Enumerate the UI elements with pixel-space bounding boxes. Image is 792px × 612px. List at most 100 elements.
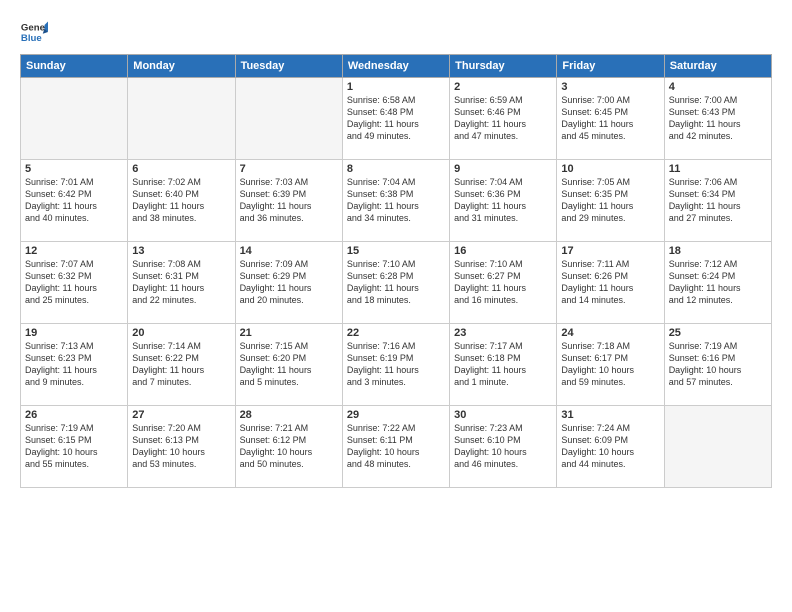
week-row-5: 26Sunrise: 7:19 AM Sunset: 6:15 PM Dayli…	[21, 406, 772, 488]
day-number: 19	[25, 327, 123, 339]
day-cell-19: 19Sunrise: 7:13 AM Sunset: 6:23 PM Dayli…	[21, 324, 128, 406]
cell-details: Sunrise: 7:21 AM Sunset: 6:12 PM Dayligh…	[240, 422, 338, 471]
day-cell-31: 31Sunrise: 7:24 AM Sunset: 6:09 PM Dayli…	[557, 406, 664, 488]
header: General Blue	[20, 18, 772, 46]
cell-details: Sunrise: 7:07 AM Sunset: 6:32 PM Dayligh…	[25, 258, 123, 307]
day-number: 5	[25, 163, 123, 175]
day-number: 26	[25, 409, 123, 421]
cell-details: Sunrise: 6:59 AM Sunset: 6:46 PM Dayligh…	[454, 94, 552, 143]
cell-details: Sunrise: 7:05 AM Sunset: 6:35 PM Dayligh…	[561, 176, 659, 225]
cell-details: Sunrise: 7:02 AM Sunset: 6:40 PM Dayligh…	[132, 176, 230, 225]
day-cell-28: 28Sunrise: 7:21 AM Sunset: 6:12 PM Dayli…	[235, 406, 342, 488]
day-cell-23: 23Sunrise: 7:17 AM Sunset: 6:18 PM Dayli…	[450, 324, 557, 406]
day-number: 15	[347, 245, 445, 257]
cell-details: Sunrise: 7:09 AM Sunset: 6:29 PM Dayligh…	[240, 258, 338, 307]
day-cell-13: 13Sunrise: 7:08 AM Sunset: 6:31 PM Dayli…	[128, 242, 235, 324]
cell-details: Sunrise: 7:20 AM Sunset: 6:13 PM Dayligh…	[132, 422, 230, 471]
cell-details: Sunrise: 7:15 AM Sunset: 6:20 PM Dayligh…	[240, 340, 338, 389]
day-number: 11	[669, 163, 767, 175]
svg-text:Blue: Blue	[21, 33, 42, 44]
week-row-1: 1Sunrise: 6:58 AM Sunset: 6:48 PM Daylig…	[21, 78, 772, 160]
weekday-header-thursday: Thursday	[450, 55, 557, 78]
cell-details: Sunrise: 7:03 AM Sunset: 6:39 PM Dayligh…	[240, 176, 338, 225]
weekday-header-wednesday: Wednesday	[342, 55, 449, 78]
day-cell-14: 14Sunrise: 7:09 AM Sunset: 6:29 PM Dayli…	[235, 242, 342, 324]
day-cell-30: 30Sunrise: 7:23 AM Sunset: 6:10 PM Dayli…	[450, 406, 557, 488]
cell-details: Sunrise: 7:19 AM Sunset: 6:15 PM Dayligh…	[25, 422, 123, 471]
page: General Blue SundayMondayTuesdayWednesda…	[0, 0, 792, 612]
empty-cell	[128, 78, 235, 160]
cell-details: Sunrise: 7:14 AM Sunset: 6:22 PM Dayligh…	[132, 340, 230, 389]
day-number: 8	[347, 163, 445, 175]
weekday-header-tuesday: Tuesday	[235, 55, 342, 78]
day-number: 2	[454, 81, 552, 93]
day-cell-16: 16Sunrise: 7:10 AM Sunset: 6:27 PM Dayli…	[450, 242, 557, 324]
day-number: 1	[347, 81, 445, 93]
day-number: 18	[669, 245, 767, 257]
cell-details: Sunrise: 7:08 AM Sunset: 6:31 PM Dayligh…	[132, 258, 230, 307]
empty-cell	[235, 78, 342, 160]
day-cell-24: 24Sunrise: 7:18 AM Sunset: 6:17 PM Dayli…	[557, 324, 664, 406]
cell-details: Sunrise: 7:22 AM Sunset: 6:11 PM Dayligh…	[347, 422, 445, 471]
day-cell-9: 9Sunrise: 7:04 AM Sunset: 6:36 PM Daylig…	[450, 160, 557, 242]
day-cell-21: 21Sunrise: 7:15 AM Sunset: 6:20 PM Dayli…	[235, 324, 342, 406]
cell-details: Sunrise: 7:00 AM Sunset: 6:43 PM Dayligh…	[669, 94, 767, 143]
cell-details: Sunrise: 7:04 AM Sunset: 6:38 PM Dayligh…	[347, 176, 445, 225]
day-cell-8: 8Sunrise: 7:04 AM Sunset: 6:38 PM Daylig…	[342, 160, 449, 242]
week-row-2: 5Sunrise: 7:01 AM Sunset: 6:42 PM Daylig…	[21, 160, 772, 242]
cell-details: Sunrise: 7:12 AM Sunset: 6:24 PM Dayligh…	[669, 258, 767, 307]
day-number: 7	[240, 163, 338, 175]
day-number: 24	[561, 327, 659, 339]
day-cell-25: 25Sunrise: 7:19 AM Sunset: 6:16 PM Dayli…	[664, 324, 771, 406]
day-cell-18: 18Sunrise: 7:12 AM Sunset: 6:24 PM Dayli…	[664, 242, 771, 324]
cell-details: Sunrise: 7:11 AM Sunset: 6:26 PM Dayligh…	[561, 258, 659, 307]
day-number: 30	[454, 409, 552, 421]
cell-details: Sunrise: 7:24 AM Sunset: 6:09 PM Dayligh…	[561, 422, 659, 471]
cell-details: Sunrise: 7:04 AM Sunset: 6:36 PM Dayligh…	[454, 176, 552, 225]
cell-details: Sunrise: 7:01 AM Sunset: 6:42 PM Dayligh…	[25, 176, 123, 225]
day-cell-11: 11Sunrise: 7:06 AM Sunset: 6:34 PM Dayli…	[664, 160, 771, 242]
calendar-table: SundayMondayTuesdayWednesdayThursdayFrid…	[20, 54, 772, 488]
logo-icon: General Blue	[20, 18, 48, 46]
week-row-3: 12Sunrise: 7:07 AM Sunset: 6:32 PM Dayli…	[21, 242, 772, 324]
cell-details: Sunrise: 7:10 AM Sunset: 6:27 PM Dayligh…	[454, 258, 552, 307]
day-cell-6: 6Sunrise: 7:02 AM Sunset: 6:40 PM Daylig…	[128, 160, 235, 242]
cell-details: Sunrise: 7:16 AM Sunset: 6:19 PM Dayligh…	[347, 340, 445, 389]
day-number: 20	[132, 327, 230, 339]
weekday-header-monday: Monday	[128, 55, 235, 78]
cell-details: Sunrise: 7:17 AM Sunset: 6:18 PM Dayligh…	[454, 340, 552, 389]
cell-details: Sunrise: 7:18 AM Sunset: 6:17 PM Dayligh…	[561, 340, 659, 389]
cell-details: Sunrise: 7:13 AM Sunset: 6:23 PM Dayligh…	[25, 340, 123, 389]
weekday-header-sunday: Sunday	[21, 55, 128, 78]
day-cell-27: 27Sunrise: 7:20 AM Sunset: 6:13 PM Dayli…	[128, 406, 235, 488]
day-number: 31	[561, 409, 659, 421]
day-cell-29: 29Sunrise: 7:22 AM Sunset: 6:11 PM Dayli…	[342, 406, 449, 488]
day-cell-12: 12Sunrise: 7:07 AM Sunset: 6:32 PM Dayli…	[21, 242, 128, 324]
cell-details: Sunrise: 7:10 AM Sunset: 6:28 PM Dayligh…	[347, 258, 445, 307]
day-number: 6	[132, 163, 230, 175]
cell-details: Sunrise: 7:06 AM Sunset: 6:34 PM Dayligh…	[669, 176, 767, 225]
week-row-4: 19Sunrise: 7:13 AM Sunset: 6:23 PM Dayli…	[21, 324, 772, 406]
day-cell-4: 4Sunrise: 7:00 AM Sunset: 6:43 PM Daylig…	[664, 78, 771, 160]
day-cell-2: 2Sunrise: 6:59 AM Sunset: 6:46 PM Daylig…	[450, 78, 557, 160]
day-number: 14	[240, 245, 338, 257]
day-number: 28	[240, 409, 338, 421]
day-cell-15: 15Sunrise: 7:10 AM Sunset: 6:28 PM Dayli…	[342, 242, 449, 324]
day-cell-3: 3Sunrise: 7:00 AM Sunset: 6:45 PM Daylig…	[557, 78, 664, 160]
day-number: 27	[132, 409, 230, 421]
day-number: 16	[454, 245, 552, 257]
empty-cell	[664, 406, 771, 488]
day-number: 13	[132, 245, 230, 257]
day-cell-10: 10Sunrise: 7:05 AM Sunset: 6:35 PM Dayli…	[557, 160, 664, 242]
empty-cell	[21, 78, 128, 160]
day-number: 22	[347, 327, 445, 339]
day-cell-20: 20Sunrise: 7:14 AM Sunset: 6:22 PM Dayli…	[128, 324, 235, 406]
day-cell-7: 7Sunrise: 7:03 AM Sunset: 6:39 PM Daylig…	[235, 160, 342, 242]
cell-details: Sunrise: 6:58 AM Sunset: 6:48 PM Dayligh…	[347, 94, 445, 143]
day-number: 21	[240, 327, 338, 339]
day-number: 25	[669, 327, 767, 339]
day-cell-26: 26Sunrise: 7:19 AM Sunset: 6:15 PM Dayli…	[21, 406, 128, 488]
cell-details: Sunrise: 7:19 AM Sunset: 6:16 PM Dayligh…	[669, 340, 767, 389]
weekday-header-row: SundayMondayTuesdayWednesdayThursdayFrid…	[21, 55, 772, 78]
day-cell-5: 5Sunrise: 7:01 AM Sunset: 6:42 PM Daylig…	[21, 160, 128, 242]
